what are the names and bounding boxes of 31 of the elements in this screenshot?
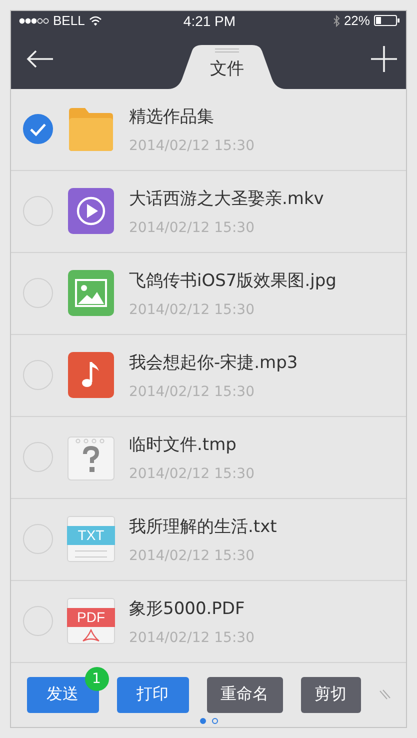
image-icon: [67, 269, 115, 318]
action-button[interactable]: 剪切: [300, 676, 360, 713]
signal-icon: [19, 16, 49, 25]
page-dot[interactable]: [200, 718, 206, 724]
wifi-icon: [88, 16, 102, 26]
file-name: 大话西游之大圣娶亲.mkv: [129, 188, 324, 210]
battery-percent: 22%: [344, 13, 370, 28]
file-name: 临时文件.tmp: [129, 434, 238, 456]
file-name: 精选作品集: [129, 106, 215, 128]
checkbox[interactable]: [23, 114, 53, 144]
music-note-icon: [67, 351, 115, 400]
play-icon: [67, 187, 115, 236]
add-icon[interactable]: [370, 44, 398, 73]
document-icon: TXT: [67, 516, 115, 562]
tab[interactable]: 文件: [168, 44, 286, 89]
battery-icon: [374, 15, 400, 26]
file-name: 飞鸽传书iOS7版效果图.jpg: [129, 270, 336, 292]
file-name: 我会想起你-宋捷.mp3: [129, 352, 298, 374]
more-grip-icon: [378, 688, 390, 701]
folder-icon: [67, 105, 115, 154]
page-dot[interactable]: [212, 718, 218, 724]
document-icon: PDF: [67, 598, 115, 644]
file-name: 我所理解的生活.txt: [129, 516, 277, 538]
carrier-name: BELL: [53, 13, 85, 28]
clock-time: 4:21 PM: [183, 12, 236, 29]
count-badge: 1: [84, 666, 108, 691]
action-button[interactable]: 打印: [116, 676, 188, 713]
action-button[interactable]: 重命名: [206, 676, 282, 713]
bluetooth-icon: [332, 14, 340, 27]
file-name: 象形5000.PDF: [129, 598, 246, 620]
back-arrow-icon[interactable]: [26, 48, 54, 69]
